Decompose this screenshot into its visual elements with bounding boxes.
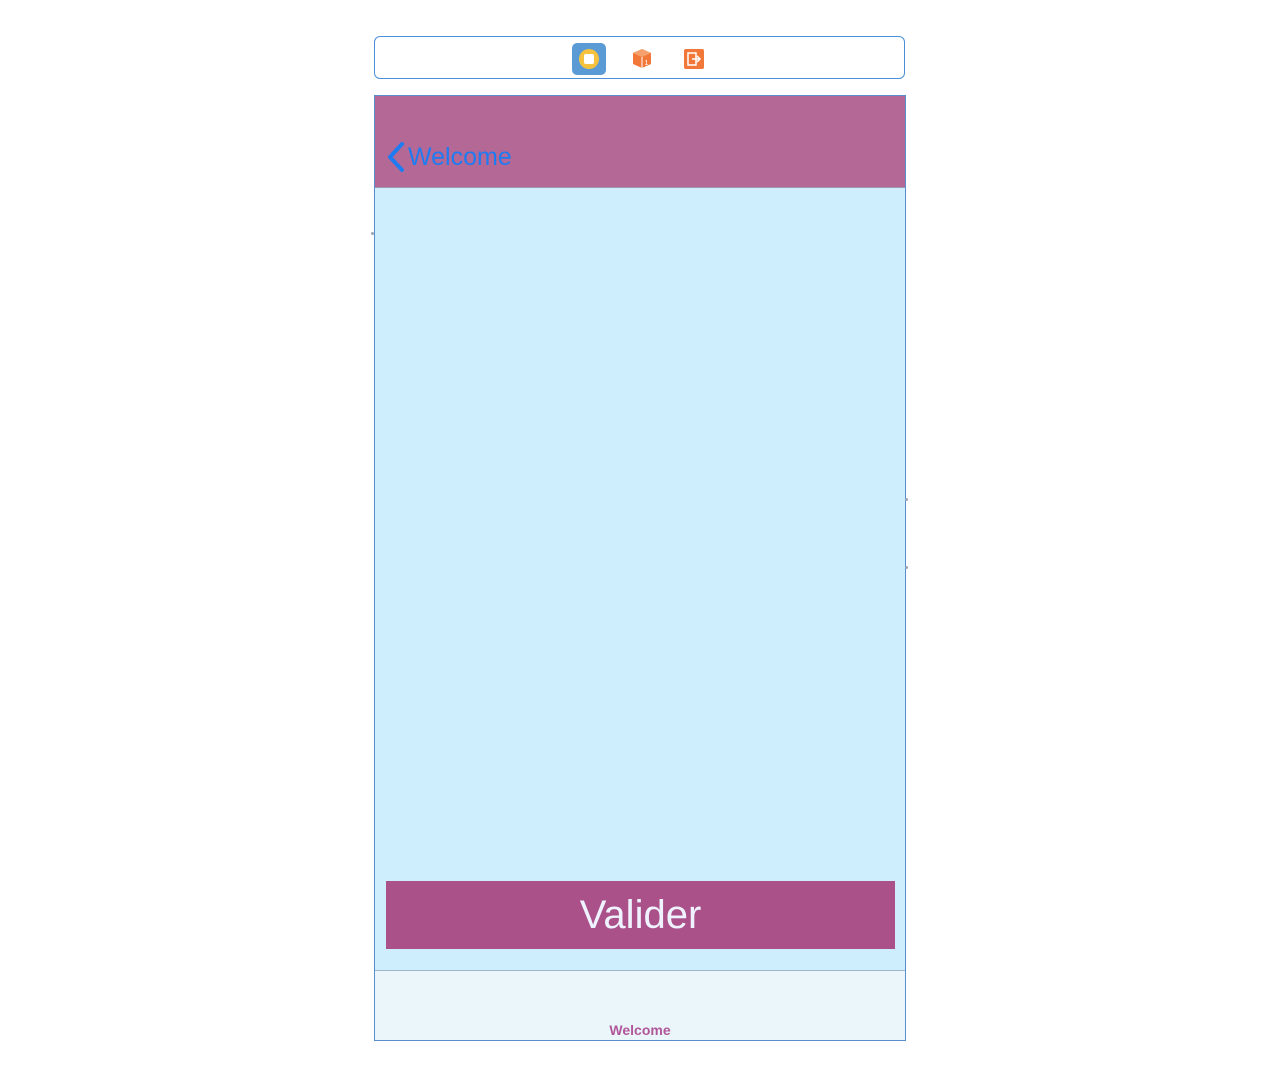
navigation-bar: Welcome xyxy=(375,96,905,188)
svg-text:1: 1 xyxy=(645,60,649,67)
first-responder-cube-icon: 1 xyxy=(633,49,651,68)
view-controller-canvas: Welcome Valider Welcome xyxy=(374,95,906,1041)
exit-icon[interactable] xyxy=(677,43,711,75)
edge-marker xyxy=(905,566,908,569)
view-controller-icon[interactable] xyxy=(572,43,606,75)
edge-marker xyxy=(371,232,374,235)
tab-welcome-label: Welcome xyxy=(609,1022,671,1038)
scene-dock: 1 xyxy=(374,36,905,79)
exit-door-icon xyxy=(684,49,704,69)
main-content-area xyxy=(375,188,905,971)
chevron-left-icon xyxy=(388,142,404,172)
view-controller-ring xyxy=(579,49,599,69)
tab-welcome[interactable]: Welcome xyxy=(375,971,905,1040)
back-button-label: Welcome xyxy=(408,142,512,171)
first-responder-icon[interactable]: 1 xyxy=(625,43,659,75)
back-button[interactable]: Welcome xyxy=(386,141,512,173)
tab-bar: Welcome xyxy=(375,970,905,1040)
valider-button[interactable]: Valider xyxy=(386,881,895,949)
view-controller-ring-center xyxy=(584,54,594,64)
edge-marker xyxy=(905,498,908,501)
